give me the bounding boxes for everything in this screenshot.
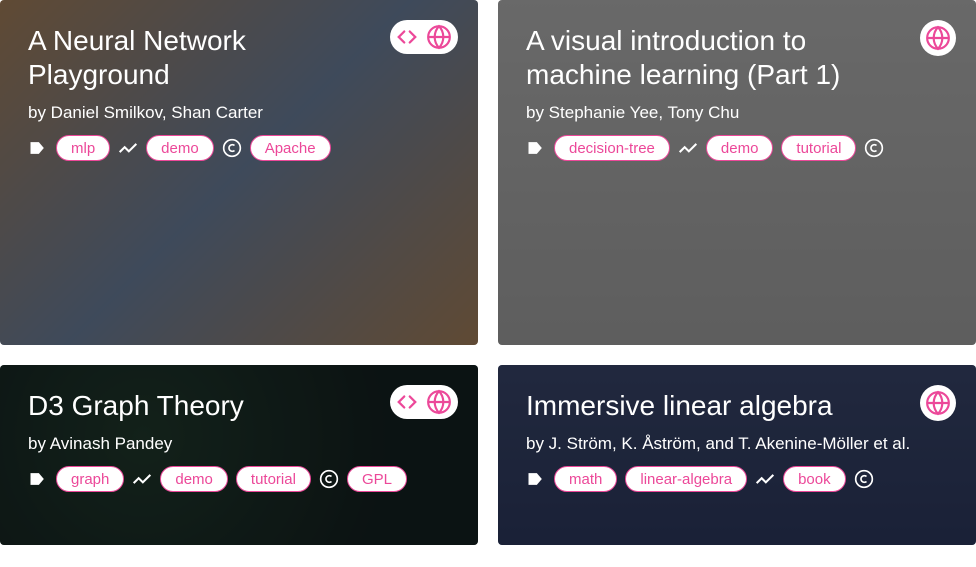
tag-pill[interactable]: decision-tree (554, 135, 670, 161)
copyright-icon (319, 469, 339, 489)
card-content: Immersive linear algebra by J. Ström, K.… (498, 365, 976, 545)
type-pill[interactable]: demo (146, 135, 214, 161)
card-author: by Avinash Pandey (28, 434, 450, 454)
card-title: A Neural Network Playground (28, 24, 357, 91)
tag-icon (28, 469, 48, 489)
card-title: Immersive linear algebra (526, 389, 855, 423)
type-pill[interactable]: tutorial (236, 466, 311, 492)
trend-icon (132, 469, 152, 489)
card-author: by Stephanie Yee, Tony Chu (526, 103, 948, 123)
card[interactable]: Immersive linear algebra by J. Ström, K.… (498, 365, 976, 545)
card-content: A visual introduction to machine learnin… (498, 0, 976, 345)
copyright-icon (222, 138, 242, 158)
cards-grid: A Neural Network Playground by Daniel Sm… (0, 0, 976, 545)
type-pill[interactable]: book (783, 466, 846, 492)
trend-icon (755, 469, 775, 489)
tag-pill[interactable]: mlp (56, 135, 110, 161)
card-content: D3 Graph Theory by Avinash Pandey graph … (0, 365, 478, 545)
type-pill[interactable]: demo (160, 466, 228, 492)
tag-pill[interactable]: math (554, 466, 617, 492)
meta-row: math linear-algebra book (526, 466, 948, 492)
card[interactable]: A visual introduction to machine learnin… (498, 0, 976, 345)
tag-icon (526, 138, 546, 158)
card-author: by J. Ström, K. Åström, and T. Akenine-M… (526, 434, 948, 454)
card-title: A visual introduction to machine learnin… (526, 24, 855, 91)
copyright-icon (854, 469, 874, 489)
tag-icon (28, 138, 48, 158)
card-content: A Neural Network Playground by Daniel Sm… (0, 0, 478, 345)
trend-icon (678, 138, 698, 158)
meta-row: graph demo tutorial GPL (28, 466, 450, 492)
type-pill[interactable]: tutorial (781, 135, 856, 161)
trend-icon (118, 138, 138, 158)
tag-pill[interactable]: linear-algebra (625, 466, 747, 492)
card[interactable]: A Neural Network Playground by Daniel Sm… (0, 0, 478, 345)
card-author: by Daniel Smilkov, Shan Carter (28, 103, 450, 123)
license-pill[interactable]: Apache (250, 135, 331, 161)
copyright-icon (864, 138, 884, 158)
meta-row: decision-tree demo tutorial (526, 135, 948, 161)
type-pill[interactable]: demo (706, 135, 774, 161)
meta-row: mlp demo Apache (28, 135, 450, 161)
license-pill[interactable]: GPL (347, 466, 407, 492)
card[interactable]: D3 Graph Theory by Avinash Pandey graph … (0, 365, 478, 545)
card-title: D3 Graph Theory (28, 389, 357, 423)
tag-icon (526, 469, 546, 489)
tag-pill[interactable]: graph (56, 466, 124, 492)
